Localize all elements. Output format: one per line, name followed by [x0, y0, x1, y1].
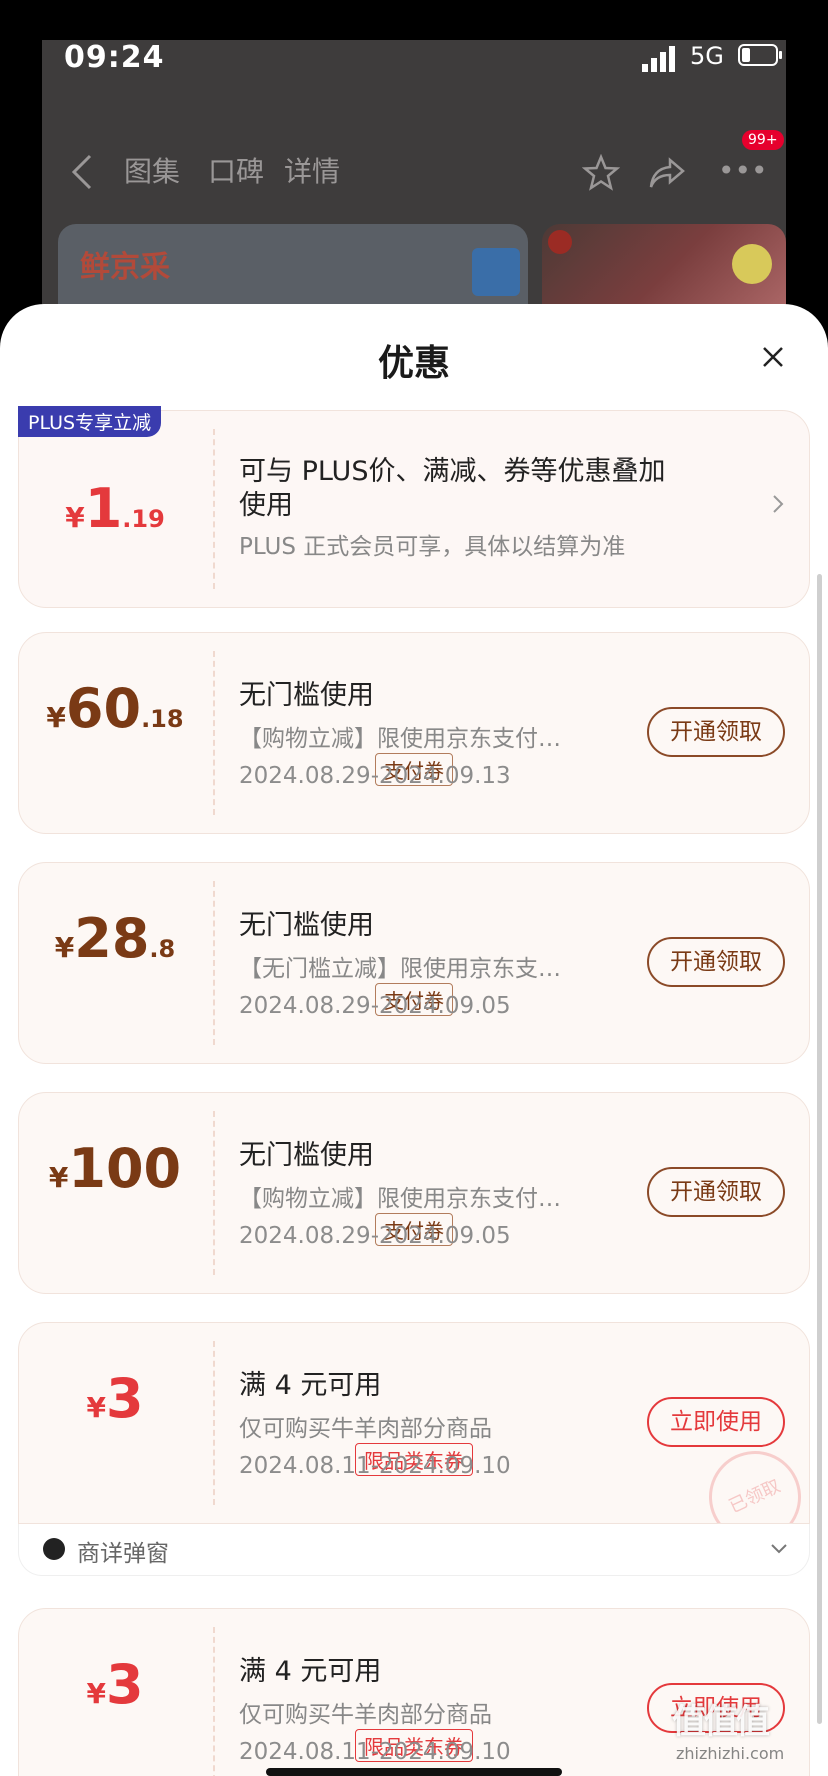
message-badge: 99+	[742, 130, 784, 150]
coupon-card: ¥60.18 支付券 无门槛使用 【购物立减】限使用京东支付… 2024.08.…	[18, 632, 810, 834]
card-divider	[213, 1341, 215, 1505]
coupon-desc: 【购物立减】限使用京东支付…	[239, 1186, 561, 1212]
tab-details[interactable]: 详情	[284, 150, 340, 190]
share-icon[interactable]	[648, 154, 686, 192]
promo-amount: ¥1.19	[65, 477, 165, 540]
watermark-logo: 值值值	[672, 1702, 770, 1742]
tab-gallery[interactable]: 图集	[124, 150, 180, 190]
claim-button[interactable]: 开通领取	[647, 937, 785, 987]
scrollbar[interactable]	[817, 574, 822, 1724]
coupon-amount: ¥3	[86, 1367, 144, 1430]
home-indicator[interactable]	[266, 1768, 562, 1776]
coupon-date: 2024.08.29-2024.09.05	[239, 993, 511, 1019]
coupon-amount: ¥100	[48, 1137, 182, 1200]
coupon-date: 2024.08.11-2024.09.10	[239, 1453, 511, 1479]
coupon-desc: 仅可购买牛羊肉部分商品	[239, 1702, 492, 1728]
close-icon[interactable]	[758, 342, 788, 372]
network-label: 5G	[690, 42, 724, 70]
coupon-amount: ¥3	[86, 1653, 144, 1716]
card-divider	[213, 1111, 215, 1275]
card-divider	[213, 1627, 215, 1776]
back-icon[interactable]	[70, 154, 94, 190]
sheet-title: 优惠	[377, 343, 450, 384]
coupon-desc: 仅可购买牛羊肉部分商品	[239, 1416, 492, 1442]
coupon-title: 满 4 元可用	[239, 1656, 382, 1687]
chevron-right-icon	[773, 495, 784, 513]
product-top-nav: 图集 口碑 详情 ••• 99+	[42, 130, 786, 210]
card-divider	[213, 429, 215, 589]
battery-icon	[738, 44, 782, 66]
coupon-card: ¥3 限品类东券 满 4 元可用 仅可购买牛羊肉部分商品 2024.08.11-…	[18, 1322, 810, 1524]
coupon-footer-row[interactable]: 商详弹窗	[18, 1524, 810, 1576]
chevron-down-icon	[771, 1544, 787, 1554]
promo-note: PLUS 正式会员可享，具体以结算为准	[239, 534, 626, 560]
discount-bottom-sheet: 优惠 ¥1.19 可与 PLUS价、满减、券等优惠叠加 使用 PLUS 正式会员…	[0, 304, 828, 1776]
promo-title-line2: 使用	[239, 490, 293, 521]
coupon-amount: ¥28.8	[54, 907, 176, 970]
coupon-title: 满 4 元可用	[239, 1370, 382, 1401]
claimed-stamp: 已领取	[693, 1435, 809, 1523]
card-divider	[213, 651, 215, 815]
coupon-desc: 【购物立减】限使用京东支付…	[239, 726, 561, 752]
plus-exclusive-badge: PLUS专享立减	[18, 406, 162, 437]
coupon-amount: ¥60.18	[46, 677, 184, 740]
lemon-image	[732, 244, 772, 284]
tab-reviews[interactable]: 口碑	[208, 150, 264, 190]
coupon-desc: 【无门槛立减】限使用京东支…	[239, 956, 561, 982]
coupon-card: ¥28.8 支付券 无门槛使用 【无门槛立减】限使用京东支… 2024.08.2…	[18, 862, 810, 1064]
coupon-title: 无门槛使用	[239, 1140, 374, 1171]
favorite-star-icon[interactable]	[582, 154, 620, 192]
plus-promo-card[interactable]: ¥1.19 可与 PLUS价、满减、券等优惠叠加 使用 PLUS 正式会员可享，…	[18, 410, 810, 608]
claim-button[interactable]: 开通领取	[647, 707, 785, 757]
coupon-title: 无门槛使用	[239, 680, 374, 711]
status-bar: 09:24 5G	[42, 40, 786, 100]
watermark-site: zhizhizhi.com	[676, 1744, 785, 1763]
coupon-date: 2024.08.29-2024.09.05	[239, 1223, 511, 1249]
claim-button[interactable]: 开通领取	[647, 1167, 785, 1217]
coupon-date: 2024.08.29-2024.09.13	[239, 763, 511, 789]
use-now-button[interactable]: 立即使用	[647, 1397, 785, 1447]
sheet-header: 优惠	[0, 304, 828, 404]
status-time: 09:24	[64, 40, 165, 75]
source-icon	[43, 1538, 65, 1560]
footer-label: 商详弹窗	[77, 1541, 169, 1567]
brand-label: 鲜京采	[80, 250, 170, 285]
tomato-image	[548, 230, 572, 254]
coupon-title: 无门槛使用	[239, 910, 374, 941]
coupon-card: ¥100 支付券 无门槛使用 【购物立减】限使用京东支付… 2024.08.29…	[18, 1092, 810, 1294]
card-divider	[213, 881, 215, 1045]
promo-title-line1: 可与 PLUS价、满减、券等优惠叠加	[239, 456, 666, 487]
coupon-date: 2024.08.11-2024.09.10	[239, 1739, 511, 1765]
more-icon[interactable]: •••	[718, 154, 768, 187]
signal-icon	[642, 46, 675, 72]
frozen-storage-icon	[472, 248, 520, 296]
